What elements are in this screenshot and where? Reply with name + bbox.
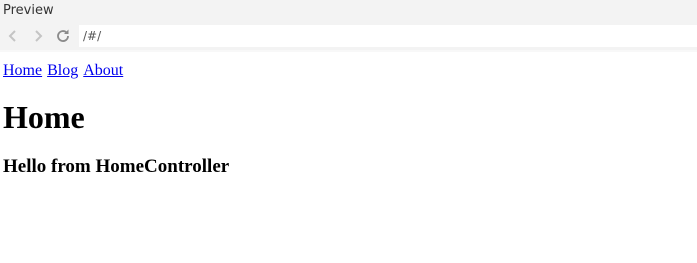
chevron-left-icon xyxy=(8,30,16,42)
nav-links: Home Blog About xyxy=(3,62,694,80)
chevron-right-icon xyxy=(35,30,43,42)
back-button[interactable] xyxy=(2,25,24,47)
home-link[interactable]: Home xyxy=(3,62,42,79)
refresh-icon xyxy=(57,29,69,42)
page-content: Home Blog About Home Hello from HomeCont… xyxy=(0,52,697,178)
browser-toolbar: /#/ xyxy=(0,22,697,52)
refresh-button[interactable] xyxy=(52,25,74,47)
preview-window: Preview /#/ Home Blog About Home Hello f… xyxy=(0,0,697,263)
blog-link[interactable]: Blog xyxy=(47,62,78,79)
page-title: Home xyxy=(3,99,85,135)
url-input[interactable]: /#/ xyxy=(79,25,697,47)
forward-button[interactable] xyxy=(27,25,49,47)
about-link[interactable]: About xyxy=(83,62,123,79)
page-message: Hello from HomeController xyxy=(3,156,230,178)
window-title: Preview xyxy=(0,0,697,22)
